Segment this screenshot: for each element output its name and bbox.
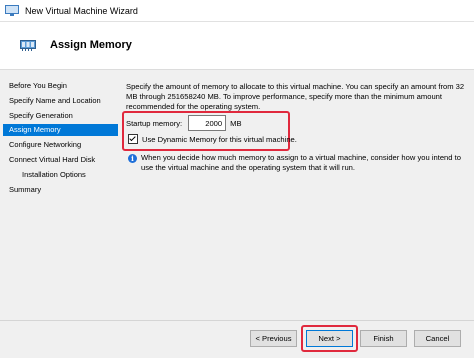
sidebar-item-installation-options[interactable]: Installation Options [3, 169, 118, 181]
wizard-steps-sidebar: Before You Begin Specify Name and Locati… [0, 78, 121, 278]
finish-button[interactable]: Finish [360, 330, 407, 347]
startup-memory-input[interactable] [188, 115, 227, 131]
previous-button[interactable]: < Previous [250, 330, 297, 347]
sidebar-item-specify-name-location[interactable]: Specify Name and Location [3, 95, 118, 107]
dynamic-memory-checkbox[interactable] [128, 134, 138, 144]
memory-info-text: When you decide how much memory to assig… [141, 153, 461, 172]
next-button[interactable]: Next > [306, 330, 353, 347]
page-title: Assign Memory [50, 39, 132, 51]
startup-memory-row: Startup memory: MB [126, 115, 242, 131]
dynamic-memory-row[interactable]: Use Dynamic Memory for this virtual mach… [128, 134, 297, 144]
window-title: New Virtual Machine Wizard [25, 5, 138, 16]
cancel-button[interactable]: Cancel [414, 330, 461, 347]
wizard-header: Assign Memory [0, 22, 474, 70]
footer-divider [0, 320, 474, 321]
sidebar-item-specify-generation[interactable]: Specify Generation [3, 110, 118, 122]
memory-description: Specify the amount of memory to allocate… [126, 82, 465, 111]
sidebar-item-assign-memory[interactable]: Assign Memory [3, 124, 118, 136]
sidebar-item-connect-virtual-hard-disk[interactable]: Connect Virtual Hard Disk [3, 154, 118, 166]
sidebar-item-before-you-begin[interactable]: Before You Begin [3, 80, 118, 92]
hyper-v-window-icon [5, 5, 19, 16]
sidebar-item-summary[interactable]: Summary [3, 184, 118, 196]
info-icon: i [128, 154, 137, 163]
startup-memory-unit: MB [230, 118, 242, 128]
sidebar-item-configure-networking[interactable]: Configure Networking [3, 139, 118, 151]
title-bar: New Virtual Machine Wizard [0, 0, 474, 22]
memory-chip-icon [20, 38, 36, 52]
startup-memory-label: Startup memory: [126, 118, 183, 128]
dynamic-memory-label[interactable]: Use Dynamic Memory for this virtual mach… [142, 135, 297, 144]
